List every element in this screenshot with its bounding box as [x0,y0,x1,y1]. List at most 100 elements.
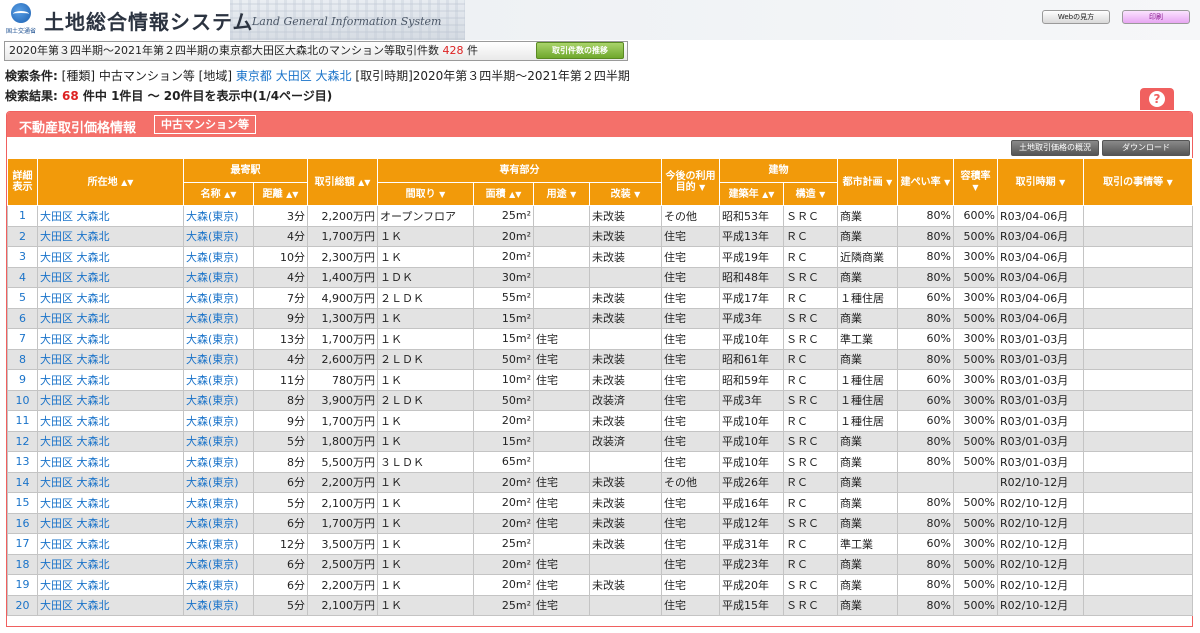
row-location-link[interactable]: 大田区 大森北 [37,533,184,555]
row-location-link[interactable]: 大田区 大森北 [37,512,184,534]
row-station-link[interactable]: 大森(東京) [183,512,254,534]
row-layout: １Ｋ [377,471,474,493]
col-station-name[interactable]: 名称 ▲▼ [183,182,254,206]
col-city-plan[interactable]: 都市計画 ▼ [837,158,898,206]
col-structure[interactable]: 構造 ▼ [783,182,838,206]
row-station-link[interactable]: 大森(東京) [183,451,254,473]
row-location-link[interactable]: 大田区 大森北 [37,451,184,473]
row-location-link[interactable]: 大田区 大森北 [37,246,184,268]
row-detail-link[interactable]: 20 [7,594,38,616]
row-detail-link[interactable]: 14 [7,471,38,493]
col-distance[interactable]: 距離 ▲▼ [253,182,308,206]
row-city-plan: 商業 [837,205,898,227]
row-detail-link[interactable]: 10 [7,389,38,411]
row-station-link[interactable]: 大森(東京) [183,369,254,391]
row-detail-link[interactable]: 2 [7,225,38,247]
row-station-link[interactable]: 大森(東京) [183,307,254,329]
row-circumstances [1083,287,1193,309]
row-location-link[interactable]: 大田区 大森北 [37,205,184,227]
row-built-year: 平成3年 [719,307,784,329]
row-station-link[interactable]: 大森(東京) [183,430,254,452]
row-area: 65m² [473,451,534,473]
results-text: 件中 1件目 ～ 20件目を表示中(1/4ページ目) [82,89,333,103]
row-detail-link[interactable]: 1 [7,205,38,227]
criteria-region-pref-link[interactable]: 東京都 [236,69,272,83]
col-renovation[interactable]: 改装 ▼ [589,182,662,206]
row-detail-link[interactable]: 9 [7,369,38,391]
col-built-year[interactable]: 建築年 ▲▼ [719,182,784,206]
row-station-link[interactable]: 大森(東京) [183,389,254,411]
row-detail-link[interactable]: 4 [7,266,38,288]
row-floor-ratio: 600% [953,205,998,227]
row-detail-link[interactable]: 8 [7,348,38,370]
row-location-link[interactable]: 大田区 大森北 [37,225,184,247]
row-city-plan: １種住居 [837,389,898,411]
row-station-link[interactable]: 大森(東京) [183,553,254,575]
row-detail-link[interactable]: 13 [7,451,38,473]
col-area[interactable]: 面積 ▲▼ [473,182,534,206]
col-floor-ratio[interactable]: 容積率 ▼ [953,158,998,206]
row-station-link[interactable]: 大森(東京) [183,246,254,268]
help-tab[interactable]: ? [1140,88,1174,110]
row-future-use: 住宅 [661,225,720,247]
row-detail-link[interactable]: 11 [7,410,38,432]
row-detail-link[interactable]: 15 [7,492,38,514]
row-location-link[interactable]: 大田区 大森北 [37,553,184,575]
print-button[interactable]: 印刷 [1122,10,1190,24]
criteria-region-city-link[interactable]: 大田区 [276,69,312,83]
row-detail-link[interactable]: 19 [7,574,38,596]
transaction-trend-button[interactable]: 取引件数の推移 [536,42,624,59]
row-detail-link[interactable]: 12 [7,430,38,452]
row-detail-link[interactable]: 17 [7,533,38,555]
col-period[interactable]: 取引時期 ▼ [997,158,1084,206]
col-layout[interactable]: 間取り ▼ [377,182,474,206]
row-location-link[interactable]: 大田区 大森北 [37,287,184,309]
row-location-link[interactable]: 大田区 大森北 [37,430,184,452]
row-station-link[interactable]: 大森(東京) [183,205,254,227]
row-location-link[interactable]: 大田区 大森北 [37,492,184,514]
row-location-link[interactable]: 大田区 大森北 [37,369,184,391]
row-location-link[interactable]: 大田区 大森北 [37,594,184,616]
row-station-link[interactable]: 大森(東京) [183,328,254,350]
row-detail-link[interactable]: 16 [7,512,38,534]
row-location-link[interactable]: 大田区 大森北 [37,574,184,596]
col-price[interactable]: 取引総額 ▲▼ [307,158,378,206]
row-station-link[interactable]: 大森(東京) [183,533,254,555]
col-use[interactable]: 用途 ▼ [533,182,590,206]
row-station-link[interactable]: 大森(東京) [183,471,254,493]
col-location[interactable]: 所在地 ▲▼ [37,158,184,206]
land-price-overview-button[interactable]: 土地取引価格の概況 [1011,140,1099,156]
row-location-link[interactable]: 大田区 大森北 [37,410,184,432]
row-location-link[interactable]: 大田区 大森北 [37,328,184,350]
row-station-link[interactable]: 大森(東京) [183,287,254,309]
row-location-link[interactable]: 大田区 大森北 [37,471,184,493]
col-coverage[interactable]: 建ぺい率 ▼ [897,158,954,206]
row-station-link[interactable]: 大森(東京) [183,492,254,514]
row-floor-ratio: 300% [953,369,998,391]
row-use [533,266,590,288]
row-location-link[interactable]: 大田区 大森北 [37,307,184,329]
row-station-link[interactable]: 大森(東京) [183,410,254,432]
row-detail-link[interactable]: 7 [7,328,38,350]
row-detail-link[interactable]: 3 [7,246,38,268]
download-button[interactable]: ダウンロード [1102,140,1190,156]
row-station-link[interactable]: 大森(東京) [183,594,254,616]
criteria-region-area-link[interactable]: 大森北 [316,69,352,83]
row-circumstances [1083,205,1193,227]
row-use: 住宅 [533,369,590,391]
col-future-use[interactable]: 今後の利用目的 ▼ [661,158,720,206]
row-location-link[interactable]: 大田区 大森北 [37,348,184,370]
row-circumstances [1083,307,1193,329]
row-location-link[interactable]: 大田区 大森北 [37,266,184,288]
row-station-link[interactable]: 大森(東京) [183,348,254,370]
row-detail-link[interactable]: 18 [7,553,38,575]
how-to-view-button[interactable]: Webの見方 [1042,10,1110,24]
row-detail-link[interactable]: 6 [7,307,38,329]
col-circumstances[interactable]: 取引の事情等 ▼ [1083,158,1193,206]
row-station-link[interactable]: 大森(東京) [183,225,254,247]
row-station-link[interactable]: 大森(東京) [183,574,254,596]
row-city-plan: 準工業 [837,533,898,555]
row-location-link[interactable]: 大田区 大森北 [37,389,184,411]
row-station-link[interactable]: 大森(東京) [183,266,254,288]
row-detail-link[interactable]: 5 [7,287,38,309]
